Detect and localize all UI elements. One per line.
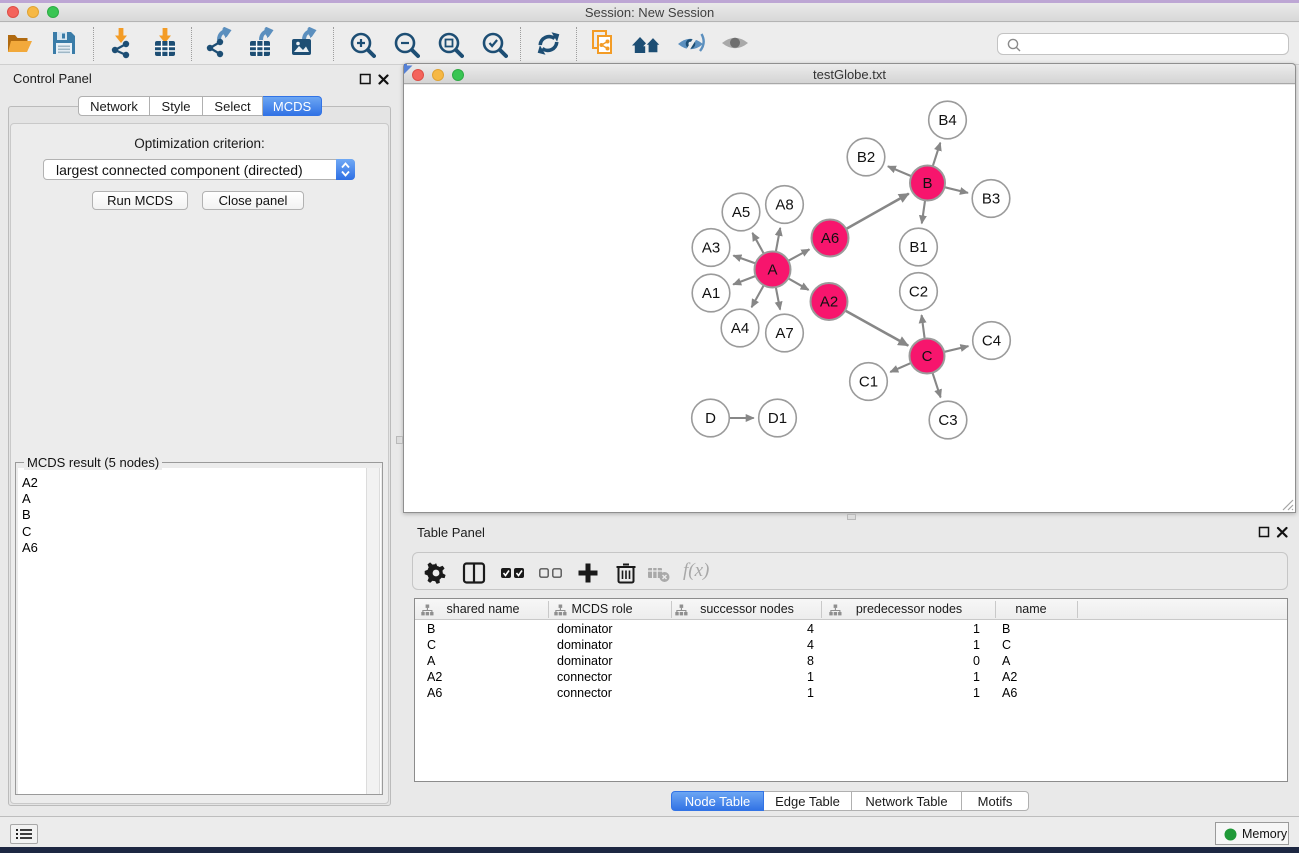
svg-text:C4: C4 [982,333,1001,350]
svg-text:A1: A1 [702,285,720,302]
svg-text:D1: D1 [768,410,787,427]
svg-text:C: C [922,348,933,365]
svg-text:A2: A2 [820,294,838,311]
svg-text:B4: B4 [938,112,956,129]
svg-text:C1: C1 [859,374,878,391]
svg-text:A6: A6 [821,230,839,247]
svg-text:C3: C3 [938,412,957,429]
svg-text:A8: A8 [775,197,793,214]
svg-text:B2: B2 [857,149,875,166]
svg-text:C2: C2 [909,284,928,301]
svg-text:A5: A5 [732,204,750,221]
svg-text:D: D [705,410,716,427]
svg-text:B3: B3 [982,191,1000,208]
svg-text:B1: B1 [909,239,927,256]
svg-text:B: B [922,175,932,192]
svg-text:A4: A4 [731,320,749,337]
svg-text:A7: A7 [775,325,793,342]
svg-text:A: A [767,262,777,279]
svg-text:A3: A3 [702,240,720,257]
